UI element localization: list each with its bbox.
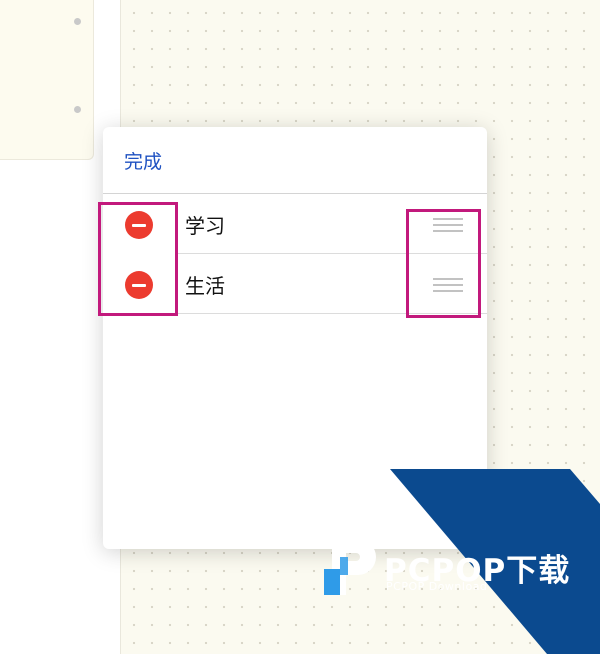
drag-handle-icon[interactable] bbox=[433, 276, 463, 294]
list-item: 生活 bbox=[103, 254, 487, 314]
delete-item-button[interactable] bbox=[125, 271, 153, 299]
popover-header: 完成 bbox=[103, 127, 487, 194]
panel-dot bbox=[74, 18, 81, 25]
panel-dot bbox=[74, 106, 81, 113]
background-panel bbox=[0, 0, 94, 160]
drag-handle-icon[interactable] bbox=[433, 216, 463, 234]
list-item: 学习 bbox=[103, 194, 487, 254]
done-button[interactable]: 完成 bbox=[124, 147, 162, 174]
pcpop-logo-icon bbox=[324, 539, 376, 595]
row-divider bbox=[178, 313, 487, 314]
list-item-label: 学习 bbox=[185, 214, 225, 238]
reorder-popover: 完成 学习 生活 bbox=[103, 127, 487, 549]
delete-item-button[interactable] bbox=[125, 211, 153, 239]
watermark-subtitle: PCPOP Download bbox=[386, 580, 488, 593]
list-item-label: 生活 bbox=[185, 274, 225, 298]
